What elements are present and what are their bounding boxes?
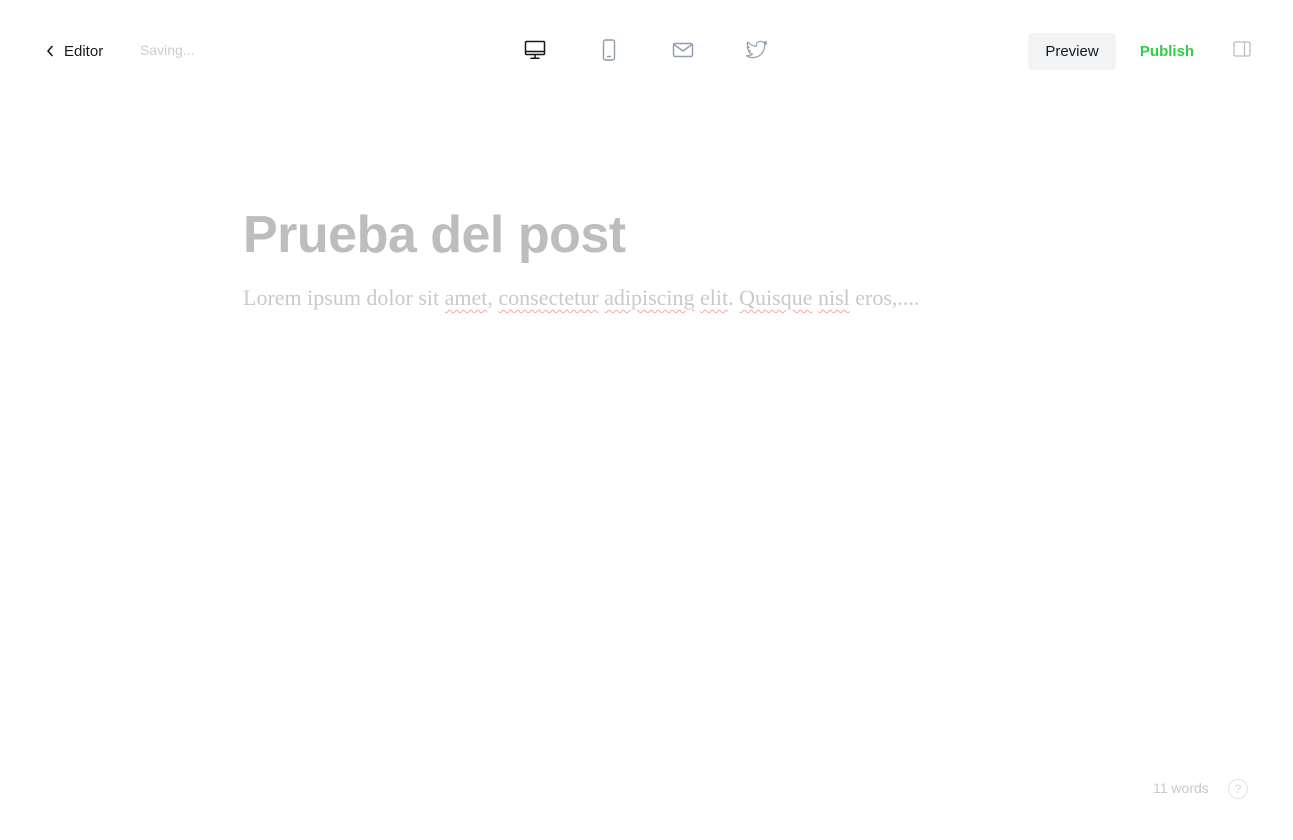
device-toggle-mobile[interactable] [591,36,627,68]
device-toggle-desktop[interactable] [517,36,553,68]
back-to-editor-link[interactable]: Editor [46,38,103,64]
back-link-label: Editor [64,42,104,60]
desktop-icon [524,40,546,65]
post-excerpt[interactable]: Lorem ipsum dolor sit amet, consectetur … [243,282,1063,314]
device-toggle-group [517,36,775,68]
misspelled-word: Quisque [739,285,813,310]
sidebar-toggle-button[interactable] [1230,40,1254,62]
mail-icon [672,42,694,63]
misspelled-word: adipiscing [604,285,695,310]
misspelled-word: elit [700,285,729,310]
misspelled-word: amet [444,285,488,310]
chevron-left-icon [46,45,56,57]
top-bar: Editor Saving... Preview Publish [0,0,1293,102]
question-mark-icon: ? [1234,782,1242,796]
body-text-segment: , [487,285,499,310]
preview-button[interactable]: Preview [1028,33,1116,70]
body-text-segment: eros,.... [849,285,920,310]
device-toggle-twitter[interactable] [739,36,775,68]
help-button[interactable]: ? [1228,779,1248,799]
device-toggle-email[interactable] [665,36,701,68]
mobile-icon [602,38,616,66]
misspelled-word: nisl [817,285,850,310]
misspelled-word: consectetur [498,285,599,310]
body-text-segment: Lorem ipsum dolor sit [243,285,445,310]
body-text-segment: . [728,285,740,310]
post-preview-app: Editor Saving... Preview Publish Prueba … [0,0,1293,840]
word-count: 11 words [1153,780,1209,796]
twitter-icon [745,40,768,65]
save-status: Saving... [140,42,195,58]
post-title[interactable]: Prueba del post [243,200,1063,270]
sidebar-icon [1233,40,1251,62]
publish-button[interactable]: Publish [1128,33,1206,70]
